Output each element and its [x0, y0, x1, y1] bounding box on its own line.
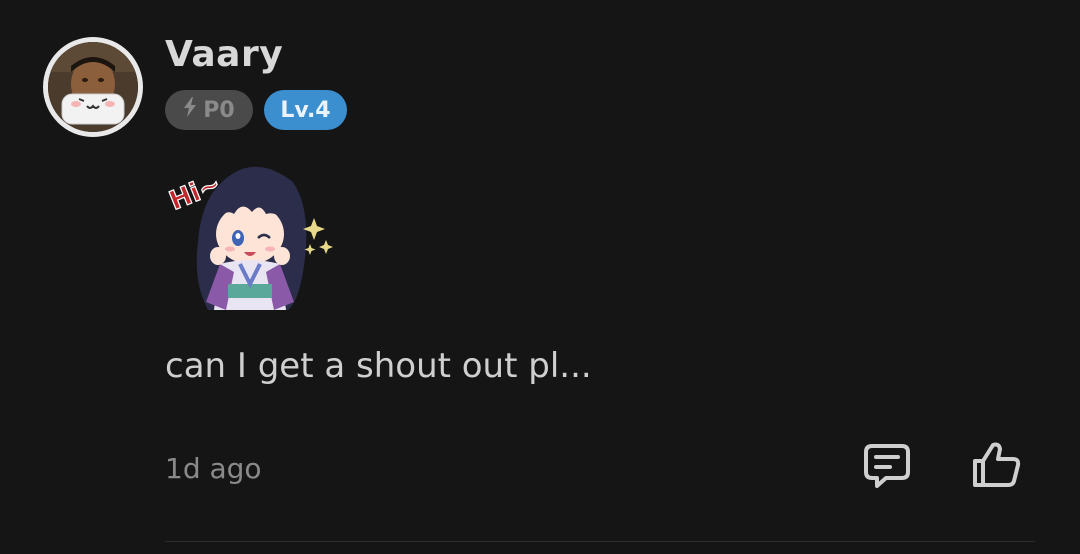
timestamp: 1d ago	[165, 452, 262, 485]
level-label: Lv.4	[280, 97, 331, 123]
avatar[interactable]	[43, 37, 143, 137]
comment-text: can I get a shout out pl...	[165, 346, 592, 386]
points-badge[interactable]: P0	[165, 90, 253, 130]
lightning-icon	[183, 97, 197, 123]
points-label: P0	[203, 97, 235, 123]
avatar-image	[48, 42, 138, 132]
username[interactable]: Vaary	[165, 34, 283, 75]
comment-reply-icon	[862, 440, 912, 494]
divider	[165, 541, 1035, 542]
badges: P0 Lv.4	[165, 90, 347, 130]
like-button[interactable]	[970, 440, 1024, 494]
thumbs-up-icon	[971, 439, 1023, 495]
reply-button[interactable]	[860, 440, 914, 494]
sticker-image[interactable]: Hi~	[165, 152, 338, 317]
comment-card: Vaary P0 Lv.4 Hi~ can I get a shout out …	[0, 0, 1080, 554]
level-badge[interactable]: Lv.4	[264, 90, 347, 130]
